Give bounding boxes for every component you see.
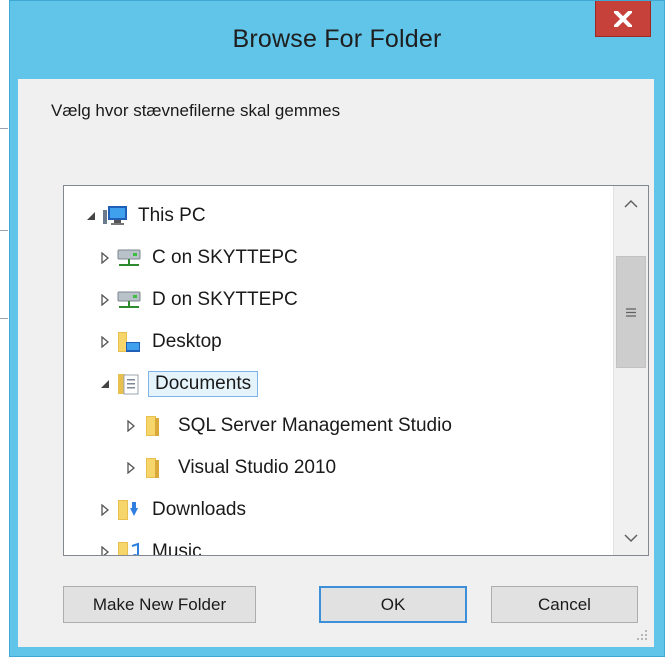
tree-item-label: Visual Studio 2010 — [178, 457, 337, 478]
collapsed-arrow-icon[interactable] — [124, 461, 138, 475]
collapsed-arrow-icon[interactable] — [98, 335, 112, 349]
background-tick — [0, 318, 8, 319]
dialog-body: Vælg hvor stævnefilerne skal gemmes This… — [18, 79, 654, 647]
chevron-down-icon — [624, 533, 638, 542]
downloads-folder-icon — [116, 498, 142, 522]
dialog-title: Browse For Folder — [232, 25, 442, 53]
title-bar[interactable]: Browse For Folder — [10, 1, 664, 79]
dialog-prompt: Vælg hvor stævnefilerne skal gemmes — [51, 101, 341, 120]
scroll-down-button[interactable] — [614, 521, 648, 555]
tree-item-label: C on SKYTTEPC — [152, 247, 298, 268]
collapsed-arrow-icon[interactable] — [124, 419, 138, 433]
scroll-up-button[interactable] — [614, 186, 648, 220]
vertical-scrollbar[interactable] — [613, 186, 648, 555]
expanded-arrow-icon[interactable] — [84, 209, 98, 223]
grip-lines-icon — [626, 307, 636, 317]
tree-item-d-drive[interactable]: D on SKYTTEPC — [98, 282, 302, 318]
tree-item-label: D on SKYTTEPC — [152, 289, 298, 310]
background-tick — [0, 230, 8, 231]
tree-item-label: SQL Server Management Studio — [178, 415, 452, 436]
scroll-thumb[interactable] — [616, 256, 646, 368]
make-new-folder-button[interactable]: Make New Folder — [63, 586, 256, 623]
network-drive-icon — [116, 288, 142, 312]
resize-grip-icon[interactable] — [634, 627, 648, 641]
computer-icon — [102, 204, 128, 228]
folder-icon — [142, 414, 168, 438]
folder-icon — [142, 456, 168, 480]
ok-button[interactable]: OK — [319, 586, 467, 623]
expanded-arrow-icon[interactable] — [98, 377, 112, 391]
folder-tree[interactable]: This PC C on SKYTTEPC D on SKYTTEPC Desk… — [63, 185, 649, 556]
tree-item-music[interactable]: Music — [98, 534, 206, 556]
tree-item-label: This PC — [138, 205, 206, 226]
tree-item-sql-server-management-studio[interactable]: SQL Server Management Studio — [124, 408, 456, 444]
music-folder-icon — [116, 540, 142, 555]
documents-folder-icon — [116, 372, 142, 396]
tree-item-visual-studio-2010[interactable]: Visual Studio 2010 — [124, 450, 340, 486]
tree-item-c-drive[interactable]: C on SKYTTEPC — [98, 240, 302, 276]
desktop-folder-icon — [116, 330, 142, 354]
browse-for-folder-dialog: Browse For Folder Vælg hvor stævnefilern… — [9, 0, 665, 657]
collapsed-arrow-icon[interactable] — [98, 251, 112, 265]
tree-item-label: Music — [152, 541, 202, 556]
close-button[interactable] — [595, 1, 651, 37]
tree-item-documents[interactable]: Documents — [98, 366, 259, 402]
chevron-up-icon — [624, 199, 638, 208]
close-icon — [614, 10, 632, 27]
tree-item-label: Downloads — [152, 499, 246, 520]
tree-item-label: Documents — [148, 371, 259, 397]
collapsed-arrow-icon[interactable] — [98, 293, 112, 307]
tree-item-this-pc[interactable]: This PC — [84, 198, 210, 234]
tree-item-label: Desktop — [152, 331, 222, 352]
tree-item-desktop[interactable]: Desktop — [98, 324, 226, 360]
collapsed-arrow-icon[interactable] — [98, 503, 112, 517]
background-tick — [0, 128, 8, 129]
cancel-button[interactable]: Cancel — [491, 586, 638, 623]
collapsed-arrow-icon[interactable] — [98, 545, 112, 555]
tree-item-downloads[interactable]: Downloads — [98, 492, 250, 528]
network-drive-icon — [116, 246, 142, 270]
